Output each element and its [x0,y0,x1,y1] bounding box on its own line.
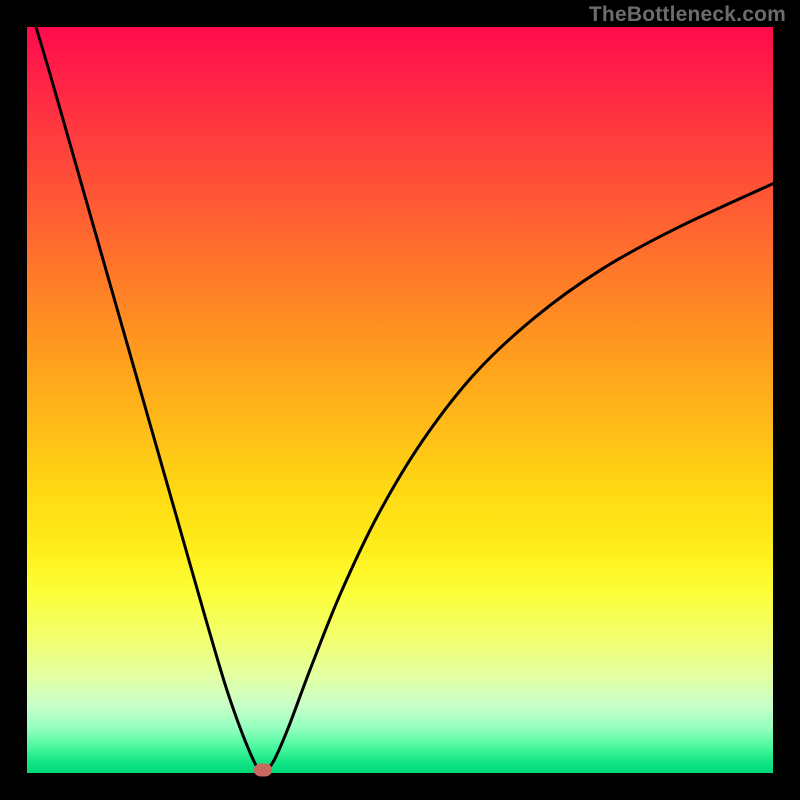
optimal-point-marker [254,764,272,777]
curve-layer [27,27,773,773]
bottleneck-curve [27,0,773,772]
watermark-text: TheBottleneck.com [589,3,786,27]
chart-frame: TheBottleneck.com [0,0,800,800]
plot-area [27,27,773,773]
